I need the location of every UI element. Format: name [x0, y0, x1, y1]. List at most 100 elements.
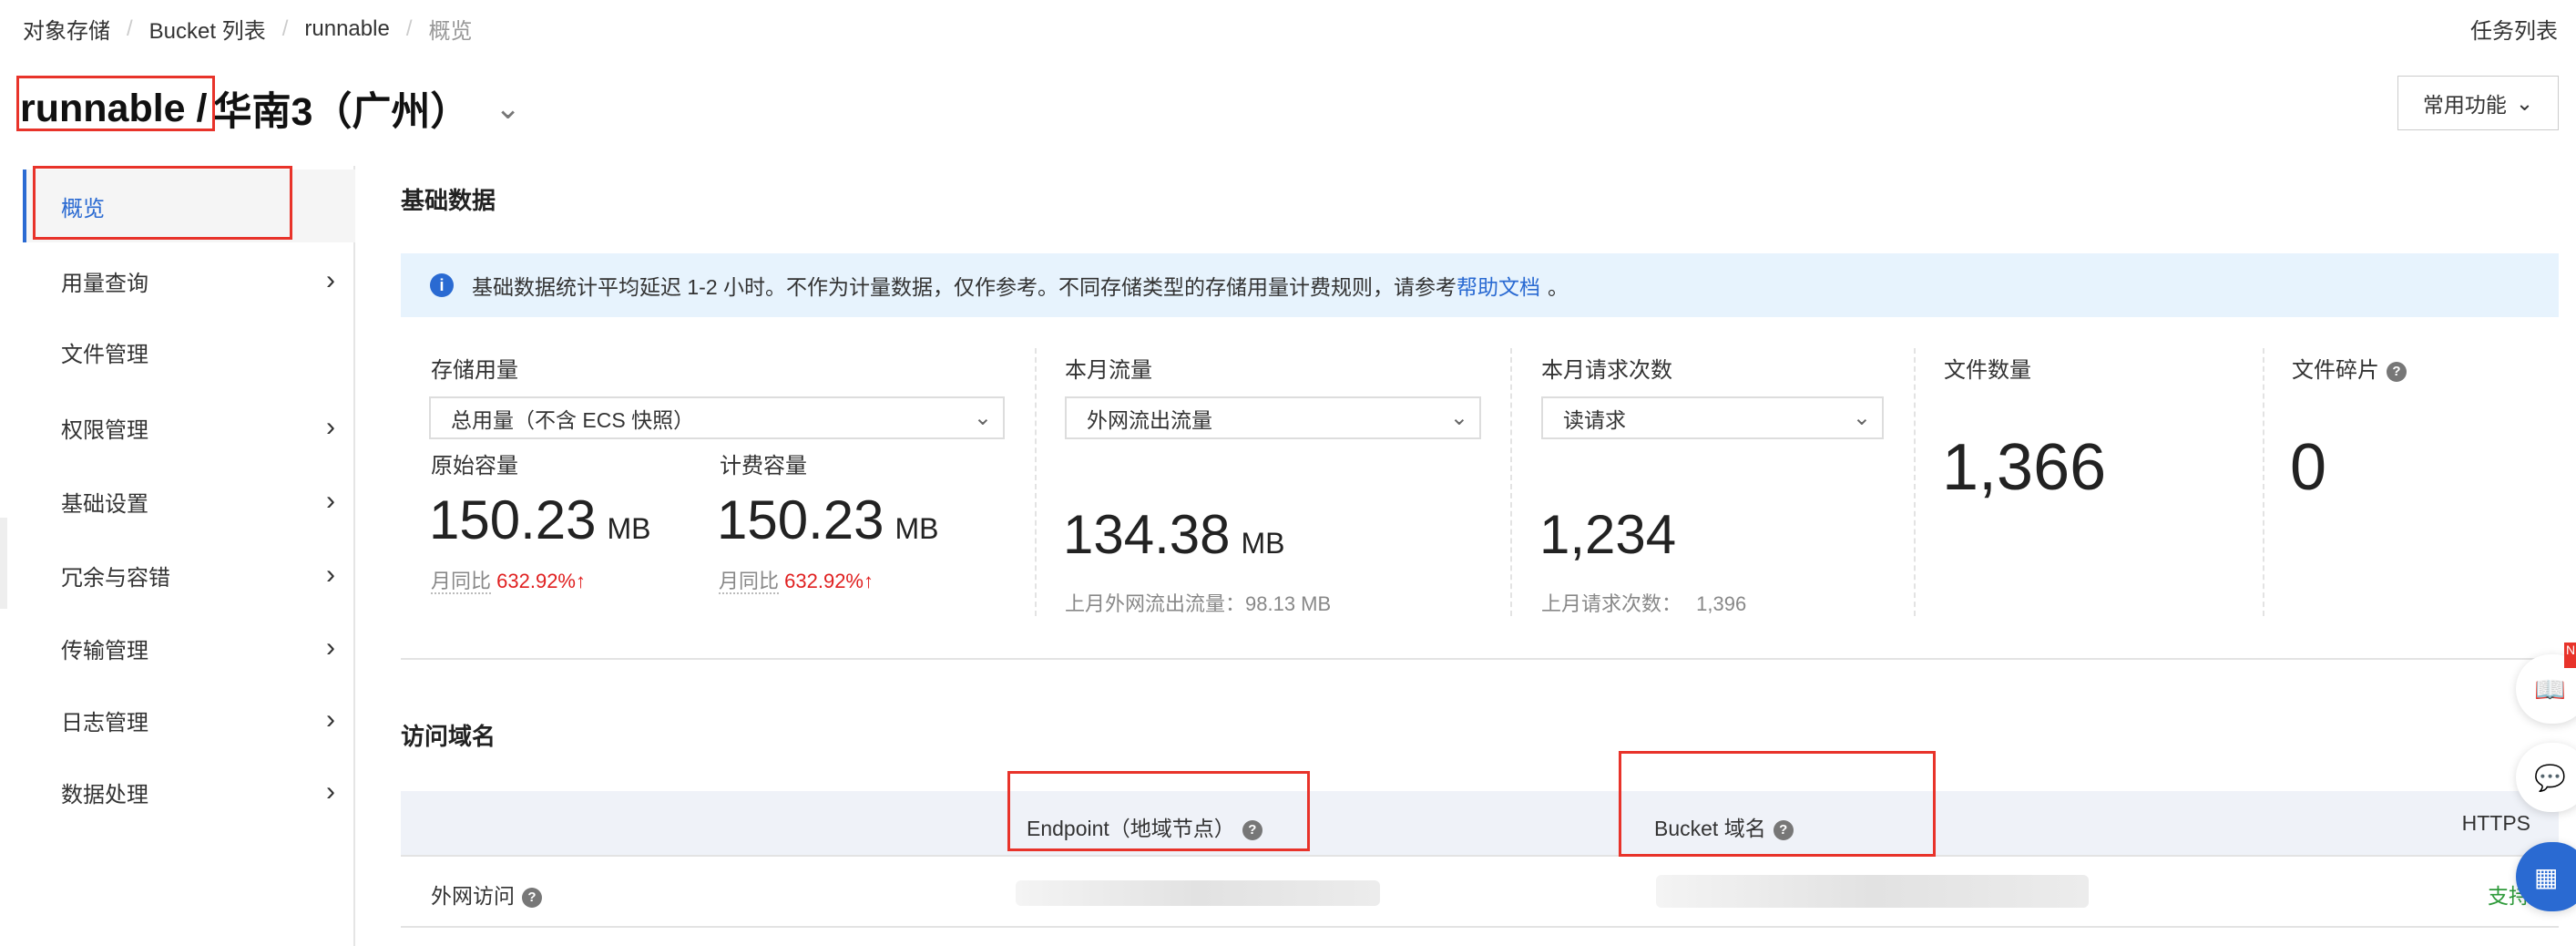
chevron-down-icon[interactable]: ⌄: [495, 90, 521, 127]
breadcrumb: 对象存储 / Bucket 列表 / runnable / 概览: [23, 13, 472, 45]
billing-capacity-value: 150.23 MB: [717, 488, 939, 551]
fragments-value: 0: [2290, 431, 2327, 504]
annotation-box: [33, 166, 292, 240]
sidebar-item-redundancy[interactable]: 冗余与容错 ›: [23, 539, 355, 612]
notice-text: 基础数据统计平均延迟 1-2 小时。不作为计量数据，仅作参考。不同存储类型的存储…: [472, 275, 1457, 299]
requests-label: 本月请求次数: [1541, 358, 1672, 383]
sidebar-item-label: 传输管理: [61, 638, 148, 663]
info-banner: i 基础数据统计平均延迟 1-2 小时。不作为计量数据，仅作参考。不同存储类型的…: [401, 253, 2559, 317]
basic-data-heading: 基础数据: [401, 187, 496, 214]
redacted-endpoint: [1016, 880, 1380, 906]
sidebar-item-label: 日志管理: [61, 710, 148, 735]
arrow-up-icon: ↑: [576, 570, 586, 592]
raw-mom-change: 月同比 632.92%↑: [431, 565, 586, 594]
files-value: 1,366: [1942, 431, 2107, 504]
chevron-down-icon: ⌄: [1852, 406, 1871, 430]
region-name: 华南3（广州）: [212, 90, 470, 134]
unit: MB: [894, 512, 939, 545]
chevron-right-icon: ›: [326, 632, 335, 663]
fragments-label: 文件碎片?: [2292, 352, 2407, 384]
annotation-box: [16, 76, 215, 131]
task-list-link[interactable]: 任务列表: [2470, 13, 2558, 45]
mom-label[interactable]: 月同比: [719, 570, 780, 594]
info-icon: i: [430, 273, 454, 297]
help-icon[interactable]: ?: [522, 887, 542, 908]
value: 150.23: [717, 489, 884, 550]
sidebar-item-label: 用量查询: [61, 271, 148, 296]
divider: [401, 926, 2559, 928]
raw-capacity-label: 原始容量: [431, 454, 518, 478]
request-type-select[interactable]: 读请求 ⌄: [1541, 396, 1884, 439]
common-functions-label: 常用功能: [2422, 93, 2507, 117]
sidebar-item-usage[interactable]: 用量查询 ›: [23, 244, 355, 317]
annotation-box: [1619, 751, 1936, 857]
breadcrumb-bucket[interactable]: runnable: [304, 16, 389, 42]
sidebar-item-label: 数据处理: [61, 782, 148, 807]
traffic-value: 134.38 MB: [1063, 503, 1285, 566]
last-month-requests: 上月请求次数： 1,396: [1541, 588, 1746, 617]
storage-type-select[interactable]: 总用量（不含 ECS 快照） ⌄: [429, 396, 1005, 439]
new-badge: N: [2564, 643, 2576, 668]
arrow-up-icon: ↑: [864, 570, 874, 592]
chevron-right-icon: ›: [326, 486, 335, 516]
sidebar: 概览 用量查询 › 文件管理 权限管理 › 基础设置 › 冗余与容错 › 传输管理 › 日…: [0, 166, 355, 946]
select-value: 总用量（不含 ECS 快照）: [451, 407, 695, 432]
traffic-type-select[interactable]: 外网流出流量 ⌄: [1065, 396, 1481, 439]
divider: [1035, 348, 1037, 616]
sidebar-item-logs[interactable]: 日志管理 ›: [23, 684, 355, 756]
help-icon[interactable]: ?: [2387, 361, 2407, 382]
chevron-right-icon: ›: [326, 704, 335, 735]
sidebar-item-label: 冗余与容错: [61, 565, 170, 591]
files-label: 文件数量: [1944, 358, 2031, 383]
value: 134.38: [1063, 504, 1231, 565]
chevron-down-icon: ⌄: [2515, 90, 2534, 115]
sidebar-item-label: 权限管理: [61, 417, 148, 443]
unit: MB: [1241, 527, 1285, 560]
book-icon: 📖: [2534, 674, 2566, 704]
chevron-right-icon: ›: [326, 560, 335, 590]
sidebar-item-transfer[interactable]: 传输管理 ›: [23, 612, 355, 684]
last-month-traffic: 上月外网流出流量：98.13 MB: [1065, 592, 1332, 615]
help-doc-link[interactable]: 帮助文档: [1457, 270, 1540, 301]
apps-icon: ▦: [2534, 862, 2559, 891]
raw-capacity-value: 150.23 MB: [429, 488, 651, 551]
select-value: 外网流出流量: [1087, 407, 1212, 432]
change-value: 632.92%: [784, 570, 864, 592]
access-domain-heading: 访问域名: [401, 723, 496, 750]
storage-label: 存储用量: [431, 358, 518, 383]
apps-float-button[interactable]: ▦: [2516, 842, 2576, 911]
table-row-label: 外网访问?: [431, 879, 542, 910]
billing-capacity-label: 计费容量: [720, 454, 807, 478]
billing-mom-change: 月同比 632.92%↑: [719, 565, 874, 594]
sidebar-item-data-processing[interactable]: 数据处理 ›: [23, 756, 355, 828]
sidebar-item-settings[interactable]: 基础设置 ›: [23, 465, 355, 538]
annotation-box: [1007, 771, 1310, 851]
sidebar-item-files[interactable]: 文件管理: [23, 315, 355, 388]
chevron-down-icon: ⌄: [973, 406, 992, 430]
unit: MB: [607, 512, 651, 545]
select-value: 读请求: [1563, 407, 1626, 432]
breadcrumb-oss[interactable]: 对象存储: [23, 13, 110, 45]
common-functions-button[interactable]: 常用功能 ⌄: [2397, 76, 2559, 130]
requests-value: 1,234: [1539, 504, 1677, 565]
divider: [401, 658, 2559, 660]
breadcrumb-current: 概览: [428, 19, 473, 44]
mom-label[interactable]: 月同比: [431, 570, 492, 594]
chat-icon: 💬: [2534, 763, 2566, 792]
breadcrumb-bucket-list[interactable]: Bucket 列表: [149, 13, 266, 45]
table-header: [401, 791, 2559, 857]
chevron-right-icon: ›: [326, 412, 335, 442]
change-value: 632.92%: [496, 570, 576, 592]
chevron-right-icon: ›: [326, 265, 335, 295]
notice-end: 。: [1548, 275, 1569, 299]
chevron-down-icon: ⌄: [1449, 406, 1468, 430]
redacted-bucket-domain: [1656, 875, 2089, 908]
sidebar-item-permissions[interactable]: 权限管理 ›: [23, 391, 355, 464]
value: 150.23: [429, 489, 597, 550]
divider: [1510, 348, 1512, 616]
divider: [2263, 348, 2264, 616]
sidebar-item-label: 基础设置: [61, 491, 148, 517]
chat-float-button[interactable]: 💬: [2516, 743, 2576, 812]
value: 1,396: [1696, 592, 1747, 615]
label: 文件碎片: [2292, 358, 2379, 383]
